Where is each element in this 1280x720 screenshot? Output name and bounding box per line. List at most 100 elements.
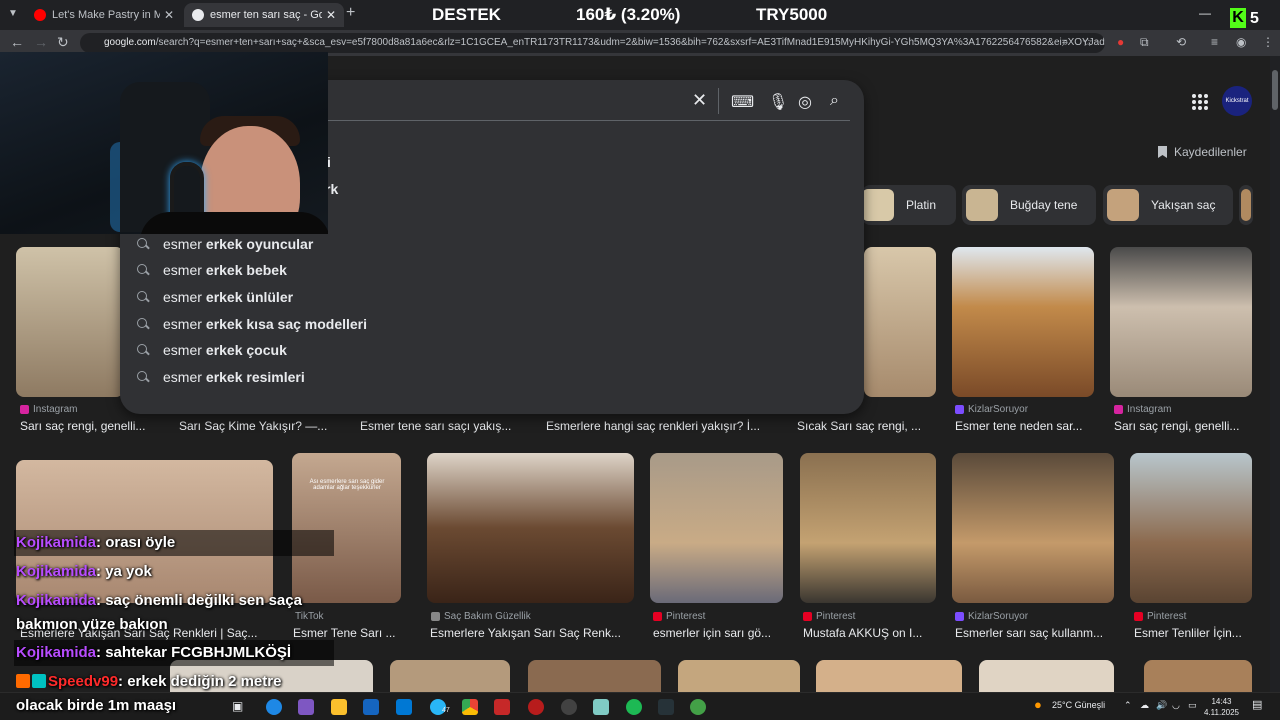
task-view-icon[interactable]: ▣ xyxy=(232,699,248,715)
minimize-icon[interactable]: — xyxy=(1199,6,1211,20)
chat-message: Kojikamida: saç önemli değilki sen saça xyxy=(16,592,302,609)
account-avatar[interactable]: Kickstrat xyxy=(1222,86,1252,116)
image-result[interactable] xyxy=(979,660,1114,692)
chrome-icon[interactable] xyxy=(462,699,478,715)
image-result[interactable] xyxy=(390,660,510,692)
chip-more[interactable] xyxy=(1239,185,1253,225)
image-result[interactable] xyxy=(800,453,936,603)
search-icon xyxy=(136,370,150,384)
volume-icon[interactable]: 🔊 xyxy=(1156,700,1167,711)
image-result[interactable] xyxy=(816,660,962,692)
zoom-icon[interactable]: ⌕ xyxy=(1062,35,1069,50)
app-icon[interactable] xyxy=(528,699,544,715)
chevron-up-icon[interactable]: ⌃ xyxy=(1124,700,1132,711)
clock[interactable]: 14:43 4.11.2025 xyxy=(1204,696,1239,718)
app-icon[interactable] xyxy=(690,699,706,715)
profile-icon[interactable]: ◉ xyxy=(1236,35,1246,49)
suggestion-item[interactable]: esmer erkek ünlüler xyxy=(136,284,293,310)
back-icon[interactable]: ← xyxy=(10,34,24,50)
suggestion-item[interactable]: esmer erkek kısa saç modelleri xyxy=(136,311,367,337)
weather-text[interactable]: 25°C Güneşli xyxy=(1052,700,1105,710)
store-icon[interactable] xyxy=(363,699,379,715)
reading-list-icon[interactable]: ≡ xyxy=(1211,35,1218,49)
scrollbar[interactable] xyxy=(1270,56,1280,692)
scrollbar-thumb[interactable] xyxy=(1272,70,1278,110)
result-caption[interactable]: Esmer tene neden sar... xyxy=(955,419,1095,433)
address-bar[interactable]: google.com/search?q=esmer+ten+sarı+saç+&… xyxy=(80,33,1105,53)
image-result[interactable] xyxy=(528,660,661,692)
reload-icon[interactable]: ↻ xyxy=(57,34,69,51)
app-icon[interactable] xyxy=(658,699,674,715)
outlook-icon[interactable] xyxy=(396,699,412,715)
chip-platin[interactable]: Platin xyxy=(862,185,956,225)
microphone-icon[interactable]: 🎙 xyxy=(768,92,788,112)
search-icon[interactable]: ⌕ xyxy=(830,92,839,110)
new-tab-button[interactable]: + xyxy=(346,4,355,22)
network-icon[interactable]: ☁ xyxy=(1140,700,1149,711)
image-result[interactable] xyxy=(952,247,1094,397)
pinterest-icon xyxy=(1134,612,1143,621)
extensions-icon[interactable]: ⧉ xyxy=(1140,35,1149,50)
result-caption[interactable]: Esmerler sarı saç kullanm... xyxy=(955,626,1115,640)
app-icon[interactable] xyxy=(494,699,510,715)
result-caption[interactable]: Esmer Tenliler İçin... xyxy=(1134,626,1252,640)
extension-red-icon[interactable]: ● xyxy=(1117,35,1124,49)
file-explorer-icon[interactable] xyxy=(331,699,347,715)
chip-yakisan-sac[interactable]: Yakışan saç xyxy=(1103,185,1233,225)
tiktok-overlay-text: Ası esmerlere sarı saç gider adamlar ağl… xyxy=(309,479,385,491)
lens-icon[interactable]: ◎ xyxy=(798,92,812,112)
google-apps-icon[interactable] xyxy=(1192,94,1208,110)
image-result[interactable] xyxy=(650,453,783,603)
image-result[interactable] xyxy=(1110,247,1252,397)
saved-link[interactable]: Kaydedilenler xyxy=(1158,145,1247,159)
result-caption[interactable]: Esmerlere hangi saç renkleri yakışır? İ.… xyxy=(546,419,776,433)
tab-google-search[interactable]: esmer ten sarı saç - Google'da A ✕ xyxy=(184,3,344,27)
image-result[interactable] xyxy=(952,453,1114,603)
display-icon[interactable]: ▭ xyxy=(1188,700,1197,711)
image-result[interactable] xyxy=(678,660,800,692)
result-caption[interactable]: Esmer Tene Sarı ... xyxy=(293,626,403,640)
suggestion-item[interactable]: esmer erkek bebek xyxy=(136,257,287,283)
result-caption[interactable]: Sarı Saç Kime Yakışır? —... xyxy=(179,419,344,433)
image-result[interactable] xyxy=(1130,453,1252,603)
suggestion-item[interactable]: esmer erkek çocuk xyxy=(136,337,287,363)
app-icon[interactable] xyxy=(561,699,577,715)
result-caption[interactable]: Sarı saç rengi, genelli... xyxy=(20,419,160,433)
kick-logo: K xyxy=(1230,8,1246,28)
close-tab-icon[interactable]: ✕ xyxy=(164,8,174,22)
wifi-icon[interactable]: ◡ xyxy=(1172,700,1180,711)
result-caption[interactable]: Mustafa AKKUŞ on I... xyxy=(803,626,936,640)
spotify-icon[interactable] xyxy=(626,699,642,715)
tab-pastry[interactable]: Let's Make Pastry in My Germa ✕ xyxy=(26,3,182,27)
bookmark-icon xyxy=(1158,146,1167,158)
notification-icon[interactable]: ▤ xyxy=(1252,698,1262,711)
result-source: KizlarSoruyor xyxy=(955,404,1028,415)
close-tab-icon[interactable]: ✕ xyxy=(326,8,336,22)
bookmark-star-icon[interactable]: ☆ xyxy=(1082,35,1093,49)
image-result[interactable] xyxy=(16,247,124,397)
forward-icon[interactable]: → xyxy=(34,34,48,50)
suggestion-item[interactable]: esmer erkek resimleri xyxy=(136,364,305,390)
keyboard-icon[interactable]: ⌨ xyxy=(731,92,754,112)
tab-title: Let's Make Pastry in My Germa xyxy=(52,9,160,21)
edge-icon[interactable] xyxy=(266,699,282,715)
result-caption[interactable]: Esmerlere Yakışan Sarı Saç Renk... xyxy=(430,626,635,640)
result-caption[interactable]: Esmer tene sarı saçı yakış... xyxy=(360,419,530,433)
result-caption[interactable]: Sarı saç rengi, genelli... xyxy=(1114,419,1254,433)
image-result[interactable]: Ası esmerlere sarı saç gider adamlar ağl… xyxy=(292,453,401,603)
history-icon[interactable]: ⟲ xyxy=(1176,35,1186,49)
result-caption[interactable]: Sıcak Sarı saç rengi, ... xyxy=(797,419,937,433)
result-caption[interactable]: esmerler için sarı gö... xyxy=(653,626,783,640)
tab-search-icon[interactable]: ▼ xyxy=(8,8,18,19)
chip-bugday-tene[interactable]: Buğday tene xyxy=(962,185,1096,225)
image-result[interactable] xyxy=(1144,660,1252,692)
search-icon xyxy=(136,263,150,277)
image-result[interactable] xyxy=(427,453,634,603)
weather-icon[interactable]: ● xyxy=(1034,697,1042,712)
copilot-icon[interactable] xyxy=(298,699,314,715)
app-icon[interactable] xyxy=(593,699,609,715)
image-result[interactable] xyxy=(864,247,936,397)
clear-search-icon[interactable]: ✕ xyxy=(692,90,707,111)
menu-icon[interactable]: ⋮ xyxy=(1262,35,1274,49)
suggestion-item[interactable]: esmer erkek oyuncular xyxy=(136,231,313,257)
